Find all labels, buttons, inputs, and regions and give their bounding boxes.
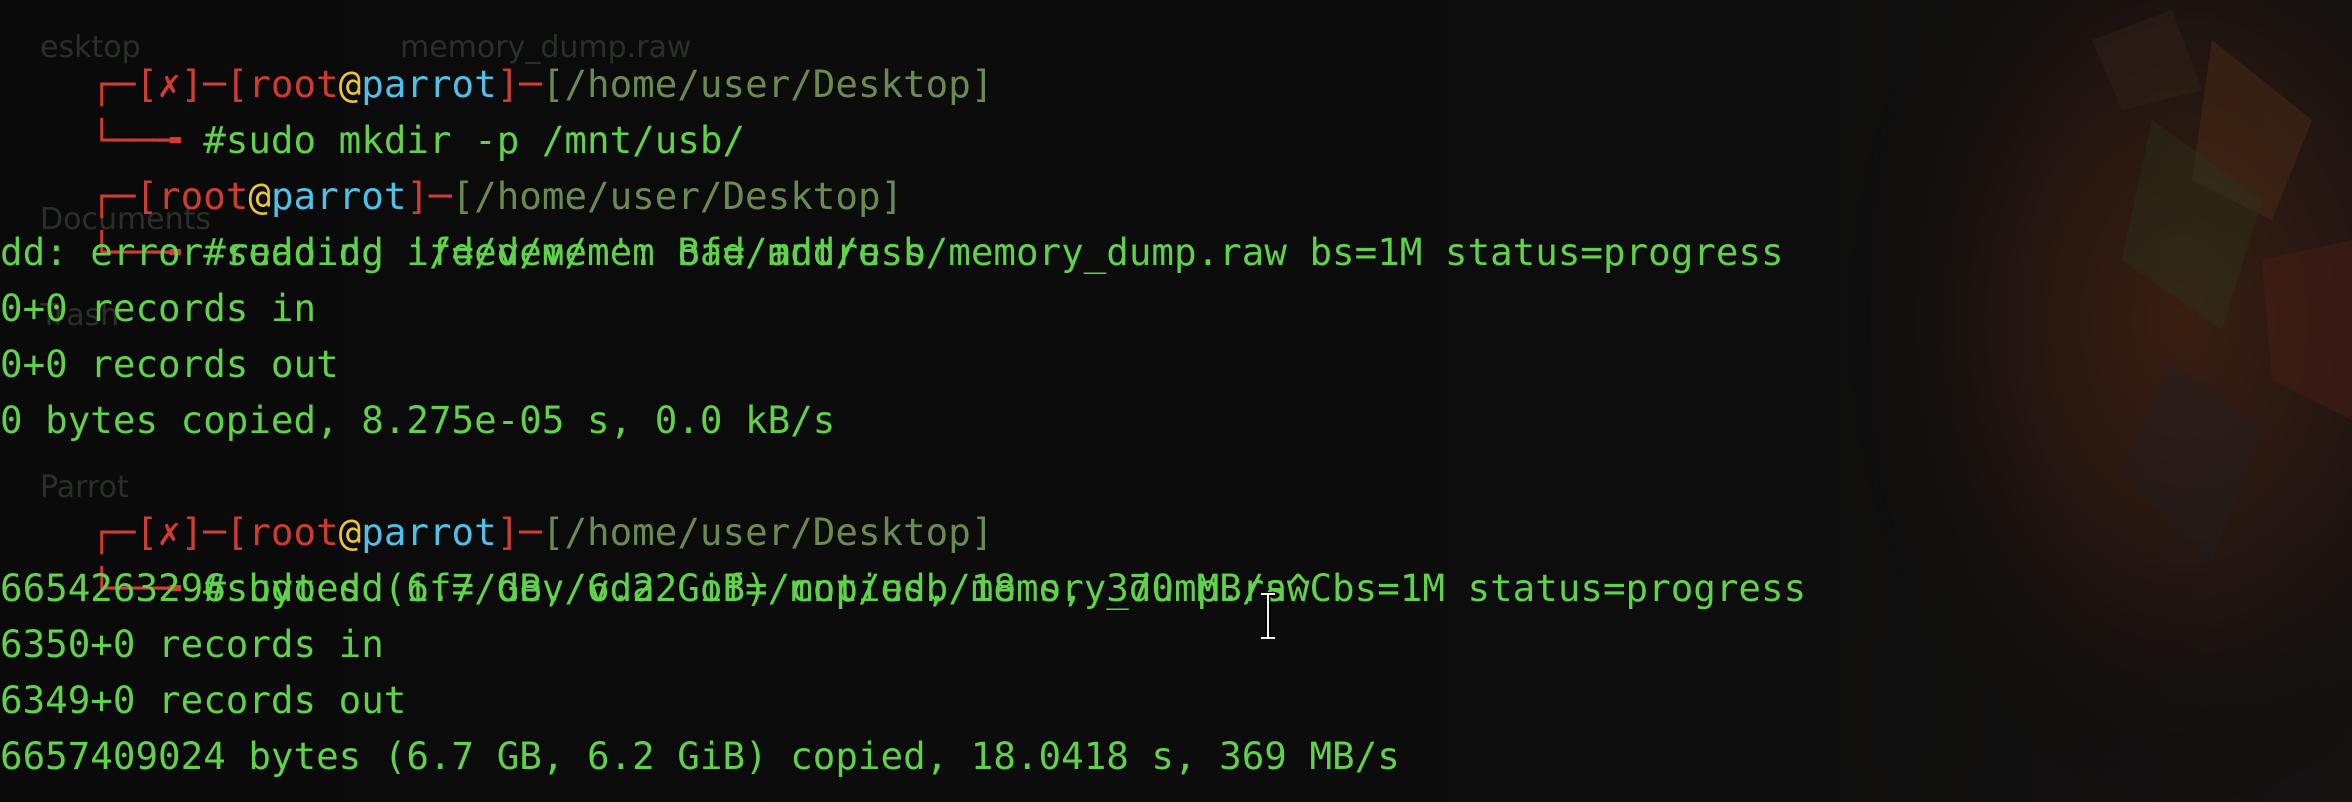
output-line: 0+0 records in	[0, 286, 317, 330]
output-line: 6350+0 records in	[0, 622, 384, 666]
text-cursor-icon	[1261, 592, 1275, 640]
output-line: dd: error reading '/dev/mem': Bad addres…	[0, 230, 926, 274]
command-line-1: └──╼ #sudo mkdir -p /mnt/usb/	[90, 118, 746, 162]
command-line-3: └──╼ #sudo dd if=/dev/vda2 of=/mnt/usb/m…	[90, 566, 1807, 610]
prompt-header-3: ┌─[✗]─[root@parrot]─[/home/user/Desktop]	[90, 510, 994, 554]
parrot-wallpaper-graphic	[1792, 0, 2352, 802]
output-line: 0+0 records out	[0, 342, 339, 386]
output-line: 6654263296 bytes (6.7 GB, 6.2 GiB) copie…	[0, 566, 1333, 610]
prompt-header-1: ┌─[✗]─[root@parrot]─[/home/user/Desktop]	[90, 62, 994, 106]
terminal-window[interactable]: esktop memory_dump.raw Documents Trash P…	[0, 0, 2352, 802]
output-line: 6349+0 records out	[0, 678, 407, 722]
prompt-header-2: ┌─[root@parrot]─[/home/user/Desktop]	[90, 174, 904, 218]
output-line: 0 bytes copied, 8.275e-05 s, 0.0 kB/s	[0, 398, 836, 442]
command-line-2: └──╼ #sudo dd if=/dev/mem of=/mnt/usb/me…	[90, 230, 1784, 274]
output-line: 6657409024 bytes (6.7 GB, 6.2 GiB) copie…	[0, 734, 1400, 778]
